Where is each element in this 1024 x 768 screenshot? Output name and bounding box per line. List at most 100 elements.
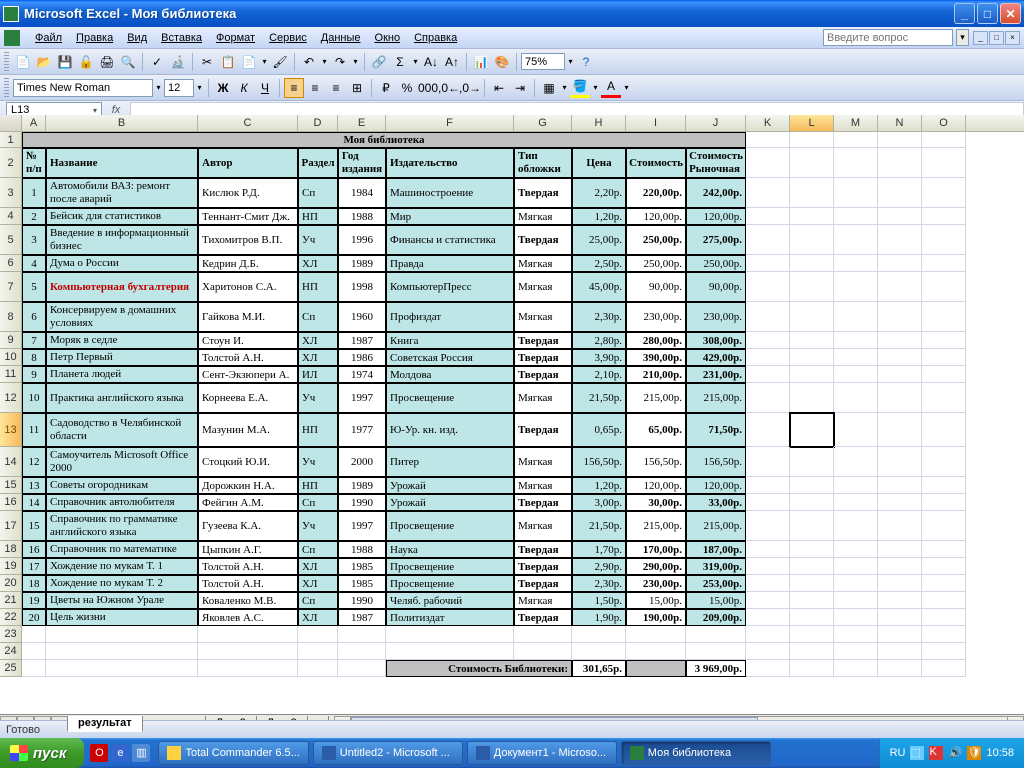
cell[interactable]	[746, 255, 790, 272]
cell[interactable]	[746, 541, 790, 558]
cell-price[interactable]: 3,90р.	[572, 349, 626, 366]
cell-price[interactable]: 21,50р.	[572, 383, 626, 413]
cell[interactable]	[46, 660, 198, 677]
cell[interactable]	[834, 302, 878, 332]
cell-no[interactable]: 12	[22, 447, 46, 477]
cell-title[interactable]: Дума о России	[46, 255, 198, 272]
cell[interactable]	[386, 643, 514, 660]
cell-market[interactable]: 230,00р.	[686, 302, 746, 332]
cell-no[interactable]: 20	[22, 609, 46, 626]
cell-year[interactable]: 1974	[338, 366, 386, 383]
cell[interactable]	[878, 575, 922, 592]
row-header-19[interactable]: 19	[0, 558, 22, 575]
taskbar-item[interactable]: Документ1 - Microso...	[467, 741, 617, 765]
fill-color-icon[interactable]: 🪣	[570, 78, 590, 98]
header-author[interactable]: Автор	[198, 148, 298, 178]
cell-cost[interactable]: 250,00р.	[626, 225, 686, 255]
cell-section[interactable]: ХЛ	[298, 609, 338, 626]
cell[interactable]	[878, 643, 922, 660]
cell-cover[interactable]: Мягкая	[514, 208, 572, 225]
cell[interactable]	[790, 511, 834, 541]
cell[interactable]	[922, 541, 966, 558]
cell[interactable]	[386, 626, 514, 643]
cell[interactable]	[746, 332, 790, 349]
cell-market[interactable]: 15,00р.	[686, 592, 746, 609]
cell-publisher[interactable]: Челяб. рабочий	[386, 592, 514, 609]
cell-section[interactable]: ХЛ	[298, 558, 338, 575]
cell-publisher[interactable]: Правда	[386, 255, 514, 272]
name-box-dropdown-icon[interactable]: ▾	[93, 106, 97, 115]
cell[interactable]	[790, 255, 834, 272]
header-section[interactable]: Раздел	[298, 148, 338, 178]
paste-icon[interactable]: 📄	[239, 52, 259, 72]
font-name-input[interactable]	[13, 79, 153, 97]
merge-icon[interactable]: ⊞	[347, 78, 367, 98]
cell-author[interactable]: Цыпкин А.Г.	[198, 541, 298, 558]
cell[interactable]	[922, 609, 966, 626]
cell-author[interactable]: Дорожкин Н.А.	[198, 477, 298, 494]
cell[interactable]	[834, 132, 878, 148]
cell-section[interactable]: Сп	[298, 494, 338, 511]
cell[interactable]	[834, 511, 878, 541]
cell-cover[interactable]: Твердая	[514, 575, 572, 592]
cell-market[interactable]: 253,00р.	[686, 575, 746, 592]
font-color-icon[interactable]: A	[601, 78, 621, 98]
cell-author[interactable]: Толстой А.Н.	[198, 558, 298, 575]
cell-price[interactable]: 45,00р.	[572, 272, 626, 302]
cell-section[interactable]: Уч	[298, 225, 338, 255]
cell[interactable]	[922, 447, 966, 477]
cell-no[interactable]: 18	[22, 575, 46, 592]
cell[interactable]	[790, 349, 834, 366]
cell[interactable]	[22, 660, 46, 677]
sort-asc-icon[interactable]: A↓	[421, 52, 441, 72]
cell[interactable]	[878, 148, 922, 178]
save-icon[interactable]: 💾	[55, 52, 75, 72]
cell[interactable]	[922, 626, 966, 643]
cell-publisher[interactable]: Советская Россия	[386, 349, 514, 366]
cell-cost[interactable]: 215,00р.	[626, 511, 686, 541]
cell[interactable]	[790, 225, 834, 255]
taskbar-item[interactable]: Untitled2 - Microsoft ...	[313, 741, 463, 765]
cell-section[interactable]: Сп	[298, 541, 338, 558]
cell-cost[interactable]: 230,00р.	[626, 302, 686, 332]
cell-author[interactable]: Кедрин Д.Б.	[198, 255, 298, 272]
cell[interactable]	[790, 208, 834, 225]
column-header-A[interactable]: A	[22, 115, 46, 131]
cell[interactable]	[298, 626, 338, 643]
cell[interactable]	[746, 494, 790, 511]
cell[interactable]	[922, 643, 966, 660]
cell[interactable]	[790, 494, 834, 511]
cell[interactable]	[834, 494, 878, 511]
cell-publisher[interactable]: Просвещение	[386, 511, 514, 541]
cell-author[interactable]: Теннант-Смит Дж.	[198, 208, 298, 225]
cell[interactable]	[746, 626, 790, 643]
cell-author[interactable]: Корнеева Е.А.	[198, 383, 298, 413]
sort-desc-icon[interactable]: A↑	[442, 52, 462, 72]
cell-cost[interactable]: 290,00р.	[626, 558, 686, 575]
cell-no[interactable]: 1	[22, 178, 46, 208]
cell[interactable]	[198, 643, 298, 660]
cell-title[interactable]: Практика английского языка	[46, 383, 198, 413]
cell-price[interactable]: 1,70р.	[572, 541, 626, 558]
cell[interactable]	[878, 541, 922, 558]
header-title[interactable]: Название	[46, 148, 198, 178]
hyperlink-icon[interactable]: 🔗	[369, 52, 389, 72]
cell-cover[interactable]: Мягкая	[514, 255, 572, 272]
cell[interactable]	[790, 332, 834, 349]
column-header-H[interactable]: H	[572, 115, 626, 131]
cell[interactable]	[834, 477, 878, 494]
cell[interactable]	[922, 383, 966, 413]
cell-publisher[interactable]: Наука	[386, 541, 514, 558]
cell[interactable]	[790, 558, 834, 575]
cell[interactable]	[878, 272, 922, 302]
cell[interactable]	[746, 609, 790, 626]
cell-publisher[interactable]: Просвещение	[386, 383, 514, 413]
cell[interactable]	[834, 332, 878, 349]
cell[interactable]	[878, 660, 922, 677]
cell-cover[interactable]: Твердая	[514, 332, 572, 349]
cell-cost[interactable]: 90,00р.	[626, 272, 686, 302]
menu-help[interactable]: Справка	[407, 30, 464, 46]
cell[interactable]	[746, 272, 790, 302]
cell-no[interactable]: 4	[22, 255, 46, 272]
cell[interactable]	[834, 178, 878, 208]
